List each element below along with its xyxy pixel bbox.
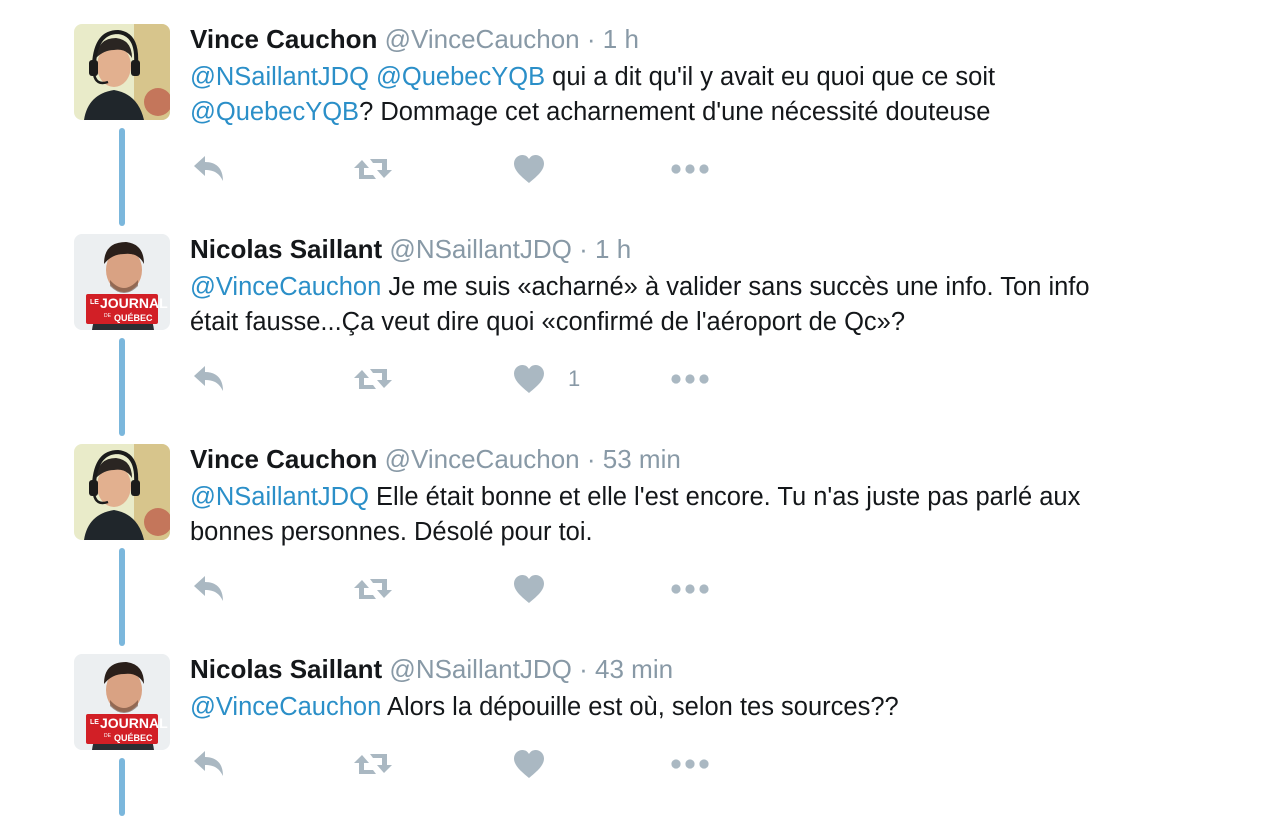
headset-man-avatar[interactable] — [74, 444, 170, 540]
tweet-header: Vince Cauchon @VinceCauchon · 53 min — [190, 442, 681, 476]
tweet-text-line: @VinceCauchon Je me suis «acharné» à val… — [190, 270, 1190, 305]
tweet-timestamp[interactable]: 1 h — [603, 24, 639, 54]
tweet-text: @VinceCauchon Alors la dépouille est où,… — [190, 690, 1190, 725]
text-segment: qui a dit qu'il y avait eu quoi que ce s… — [545, 63, 996, 91]
more-icon — [670, 583, 710, 595]
conversation-thread: Vince Cauchon @VinceCauchon · 1 h @NSaill… — [0, 0, 1272, 816]
mention-link[interactable]: @QuebecYQB — [190, 98, 359, 126]
tweet-timestamp[interactable]: 1 h — [595, 234, 631, 264]
retweet-icon — [352, 749, 394, 779]
text-segment: Je me suis «acharné» à valider sans succ… — [381, 273, 1090, 301]
text-segment: Alors la dépouille est où, selon tes sou… — [381, 693, 899, 721]
journal-quebec-avatar[interactable]: LE JOURNAL DE QUÉBEC — [74, 234, 170, 330]
author-handle[interactable]: @NSaillantJDQ — [389, 234, 571, 264]
reply-icon — [190, 574, 226, 604]
author-handle[interactable]: @NSaillantJDQ — [389, 654, 571, 684]
author-name[interactable]: Nicolas Saillant — [190, 234, 382, 264]
tweet-text-line: @NSaillantJDQ @QuebecYQB qui a dit qu'il… — [190, 60, 1190, 95]
mention-link[interactable]: @NSaillantJDQ — [190, 483, 369, 511]
more-button[interactable] — [670, 572, 710, 606]
like-button[interactable] — [512, 572, 546, 606]
reply-button[interactable] — [190, 747, 226, 781]
tweet-text: @NSaillantJDQ @QuebecYQB qui a dit qu'il… — [190, 60, 1190, 130]
thread-connector-line — [119, 548, 125, 646]
text-segment: était fausse...Ça veut dire quoi «confir… — [190, 308, 906, 336]
author-handle[interactable]: @VinceCauchon — [385, 24, 580, 54]
tweet-text: @VinceCauchon Je me suis «acharné» à val… — [190, 270, 1190, 340]
more-icon — [670, 373, 710, 385]
tweet-text-line: @QuebecYQB? Dommage cet acharnement d'un… — [190, 95, 1190, 130]
retweet-icon — [352, 154, 394, 184]
tweet-header: Vince Cauchon @VinceCauchon · 1 h — [190, 22, 639, 56]
svg-text:LE: LE — [90, 299, 99, 306]
heart-icon — [512, 574, 546, 604]
heart-icon — [512, 364, 546, 394]
heart-icon — [512, 749, 546, 779]
text-segment: ? Dommage cet acharnement d'une nécessit… — [359, 98, 991, 126]
tweet-header: Nicolas Saillant @NSaillantJDQ · 43 min — [190, 652, 673, 686]
reply-icon — [190, 364, 226, 394]
reply-button[interactable] — [190, 152, 226, 186]
tweet-actions — [190, 747, 750, 781]
headset-man-avatar[interactable] — [74, 24, 170, 120]
more-icon — [670, 758, 710, 770]
author-name[interactable]: Nicolas Saillant — [190, 654, 382, 684]
like-button[interactable]: 1 — [512, 362, 580, 396]
retweet-button[interactable] — [352, 572, 394, 606]
reply-button[interactable] — [190, 362, 226, 396]
svg-text:DE: DE — [104, 313, 112, 319]
tweet-text-line: bonnes personnes. Désolé pour toi. — [190, 515, 1190, 550]
like-button[interactable] — [512, 152, 546, 186]
tweet-actions: 1 — [190, 362, 750, 396]
tweet-actions — [190, 152, 750, 186]
tweet-actions — [190, 572, 750, 606]
retweet-button[interactable] — [352, 747, 394, 781]
mention-link[interactable]: @VinceCauchon — [190, 273, 381, 301]
tweet-timestamp[interactable]: 43 min — [595, 654, 673, 684]
retweet-icon — [352, 574, 394, 604]
mention-link[interactable]: @NSaillantJDQ — [190, 63, 369, 91]
more-button[interactable] — [670, 152, 710, 186]
svg-text:JOURNAL: JOURNAL — [100, 295, 168, 311]
header-separator: · — [579, 654, 588, 684]
reply-icon — [190, 154, 226, 184]
more-button[interactable] — [670, 747, 710, 781]
tweet-header: Nicolas Saillant @NSaillantJDQ · 1 h — [190, 232, 631, 266]
text-segment — [369, 63, 376, 91]
tweet-text: @NSaillantJDQ Elle était bonne et elle l… — [190, 480, 1190, 550]
svg-text:JOURNAL: JOURNAL — [100, 715, 168, 731]
reply-button[interactable] — [190, 572, 226, 606]
more-button[interactable] — [670, 362, 710, 396]
header-separator: · — [586, 444, 596, 474]
author-handle[interactable]: @VinceCauchon — [385, 444, 580, 474]
tweet-timestamp[interactable]: 53 min — [603, 444, 681, 474]
author-name[interactable]: Vince Cauchon — [190, 444, 377, 474]
journal-quebec-avatar[interactable]: LE JOURNAL DE QUÉBEC — [74, 654, 170, 750]
header-separator: · — [579, 234, 588, 264]
retweet-button[interactable] — [352, 152, 394, 186]
mention-link[interactable]: @QuebecYQB — [376, 63, 545, 91]
tweet-text-line: @NSaillantJDQ Elle était bonne et elle l… — [190, 480, 1190, 515]
mention-link[interactable]: @VinceCauchon — [190, 693, 381, 721]
thread-connector-line — [119, 128, 125, 226]
retweet-icon — [352, 364, 394, 394]
thread-connector-line — [119, 758, 125, 816]
more-icon — [670, 163, 710, 175]
tweet-text-line: était fausse...Ça veut dire quoi «confir… — [190, 305, 1190, 340]
like-button[interactable] — [512, 747, 546, 781]
svg-text:LE: LE — [90, 719, 99, 726]
thread-connector-line — [119, 338, 125, 436]
retweet-button[interactable] — [352, 362, 394, 396]
heart-icon — [512, 154, 546, 184]
text-segment: Elle était bonne et elle l'est encore. T… — [368, 483, 1081, 511]
reply-icon — [190, 749, 226, 779]
header-separator: · — [586, 24, 596, 54]
svg-text:QUÉBEC: QUÉBEC — [114, 733, 153, 743]
like-count: 1 — [568, 366, 581, 391]
text-segment: bonnes personnes. Désolé pour toi. — [190, 518, 593, 546]
tweet-text-line: @VinceCauchon Alors la dépouille est où,… — [190, 690, 1190, 725]
author-name[interactable]: Vince Cauchon — [190, 24, 377, 54]
svg-text:DE: DE — [104, 733, 112, 739]
svg-text:QUÉBEC: QUÉBEC — [114, 313, 153, 323]
